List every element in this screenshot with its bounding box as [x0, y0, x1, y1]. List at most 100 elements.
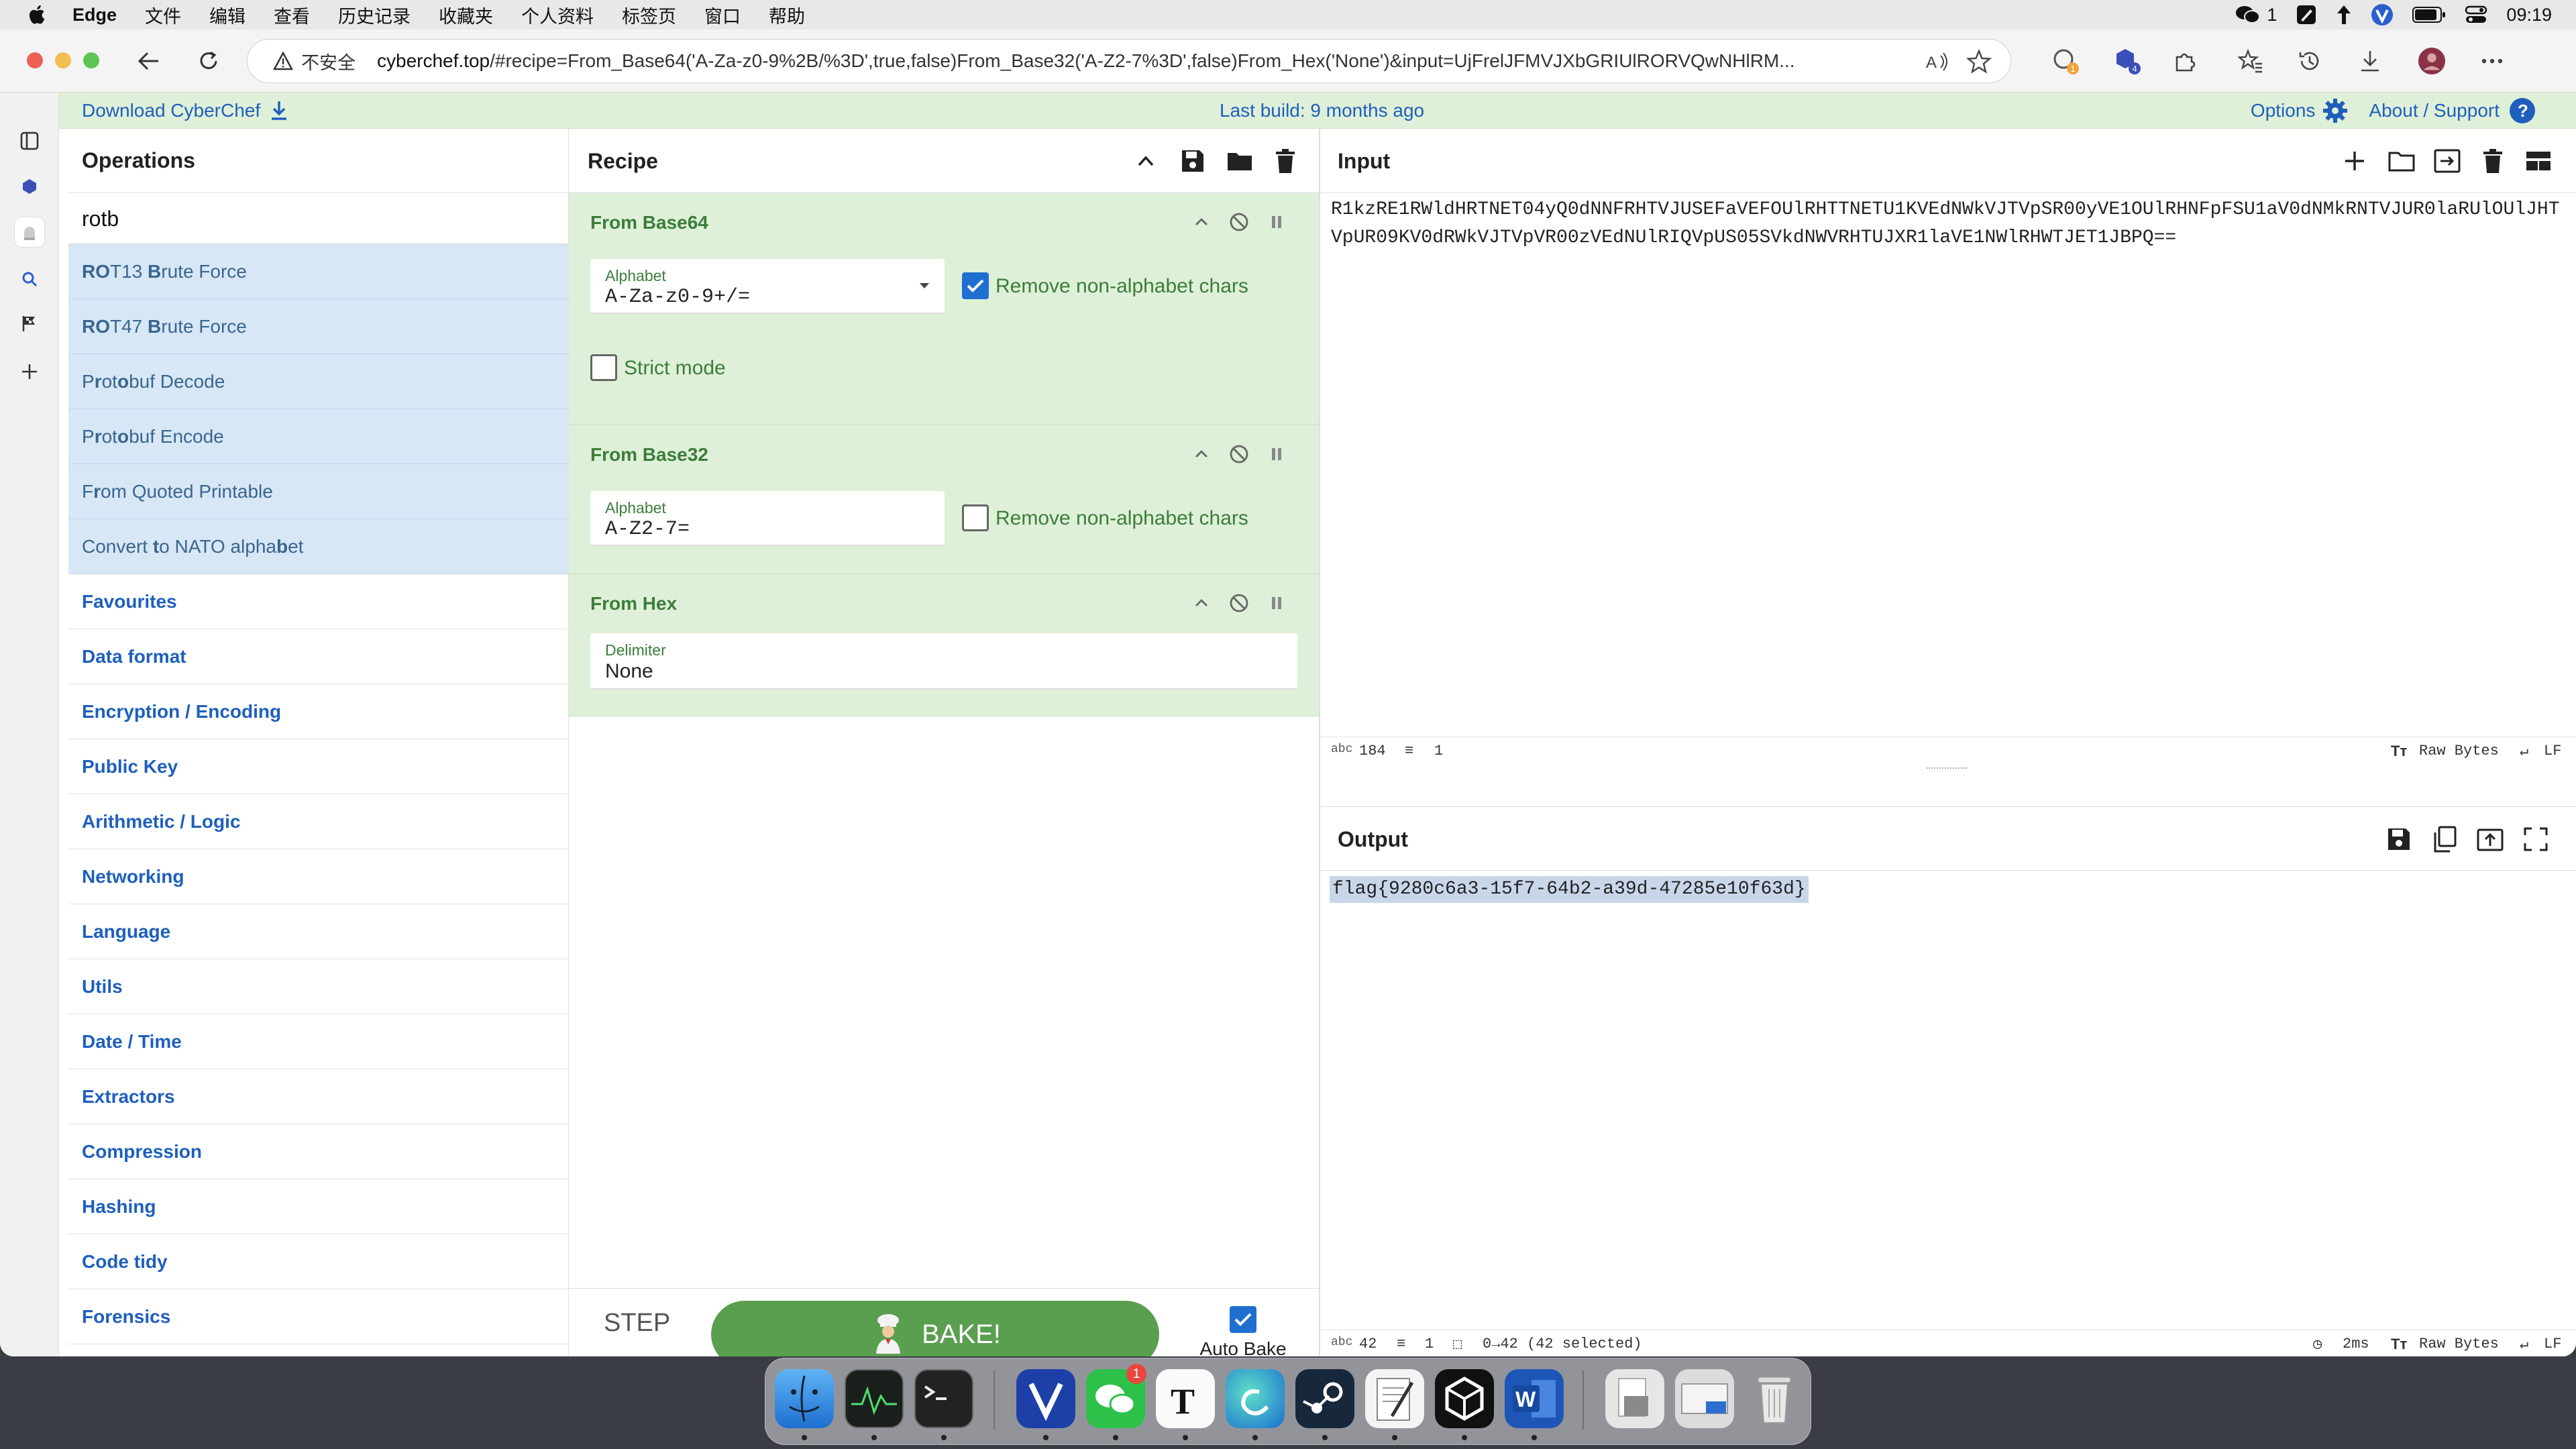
bake-button[interactable]: BAKE!: [711, 1301, 1159, 1356]
input-encoding[interactable]: Raw Bytes: [2419, 743, 2499, 759]
extensions-puzzle-icon[interactable]: [2171, 47, 2199, 75]
activity-monitor-icon[interactable]: [845, 1369, 904, 1428]
category-code-tidy[interactable]: Code tidy: [68, 1234, 614, 1289]
trash-icon[interactable]: [1745, 1369, 1804, 1428]
step-pause-icon[interactable]: [1265, 592, 1288, 614]
category-date-time[interactable]: Date / Time: [68, 1014, 614, 1069]
battery-icon[interactable]: [2412, 6, 2446, 23]
clear-input-trash-icon[interactable]: [2478, 146, 2508, 176]
options-link[interactable]: Options: [2251, 100, 2316, 121]
history-icon[interactable]: [2296, 47, 2324, 75]
step-collapse-chevron-icon[interactable]: [1190, 592, 1213, 614]
back-arrow-icon[interactable]: [134, 47, 162, 75]
menu-edit[interactable]: 编辑: [209, 2, 246, 28]
auto-bake-toggle[interactable]: Auto Bake: [1199, 1306, 1287, 1356]
gear-icon[interactable]: [2322, 97, 2349, 124]
wechat-status-icon[interactable]: 1: [2235, 4, 2277, 25]
tab-favicon-flag[interactable]: [15, 309, 44, 338]
printer-queue-icon[interactable]: [1605, 1369, 1664, 1428]
url-text[interactable]: cyberchef.top/#recipe=From_Base64('A-Za-…: [377, 50, 1866, 72]
menu-view[interactable]: 查看: [274, 2, 310, 28]
new-tab-plus-icon[interactable]: [15, 357, 44, 386]
input-textarea[interactable]: R1kzRE1RWldHRTNET04yQ0dNNFRHTVJUSEFaVEFO…: [1331, 196, 2565, 252]
remove-non-alphabet-checkbox[interactable]: [962, 272, 989, 299]
finder-icon[interactable]: [775, 1369, 834, 1428]
extension-hexagon-icon[interactable]: 4: [2113, 47, 2141, 75]
script-editor-icon[interactable]: [1365, 1369, 1424, 1428]
search-result-convert-to-nato[interactable]: Convert to NATO alphabet: [68, 519, 614, 574]
category-extractors[interactable]: Extractors: [68, 1069, 614, 1124]
tab-favicon-extension[interactable]: [15, 172, 44, 201]
step-collapse-chevron-icon[interactable]: [1190, 443, 1213, 466]
help-icon[interactable]: ?: [2509, 97, 2536, 124]
read-aloud-icon[interactable]: A: [1925, 49, 1950, 74]
menu-profile[interactable]: 个人资料: [521, 2, 594, 28]
category-public-key[interactable]: Public Key: [68, 739, 614, 794]
step-pause-icon[interactable]: [1265, 211, 1288, 233]
base64-alphabet-select[interactable]: Alphabet A-Za-z0-9+/=: [590, 259, 945, 314]
control-center-icon[interactable]: [2465, 5, 2487, 25]
warning-triangle-icon[interactable]: [273, 51, 293, 71]
menu-tabs[interactable]: 标签页: [622, 2, 676, 28]
terminal-icon[interactable]: [914, 1369, 973, 1428]
insecure-label[interactable]: 不安全: [301, 48, 356, 74]
tab-actions-icon[interactable]: [15, 126, 44, 156]
vpn-app-icon[interactable]: [1016, 1369, 1075, 1428]
profile-avatar[interactable]: [2418, 47, 2446, 75]
output-encoding[interactable]: Raw Bytes: [2419, 1336, 2499, 1352]
pen-status-icon[interactable]: [2296, 4, 2317, 25]
category-encryption-encoding[interactable]: Encryption / Encoding: [68, 684, 614, 739]
steam-icon[interactable]: [1295, 1369, 1354, 1428]
auto-bake-checkbox[interactable]: [1230, 1306, 1256, 1333]
tab-favicon-cyberchef[interactable]: [15, 217, 44, 247]
base32-alphabet-input[interactable]: Alphabet A-Z2-7=: [590, 491, 945, 546]
extension-circle-icon[interactable]: 1: [2051, 47, 2080, 75]
category-utils[interactable]: Utils: [68, 959, 614, 1014]
menu-favorites[interactable]: 收藏夹: [439, 2, 493, 28]
open-folder-icon[interactable]: [2387, 146, 2416, 176]
category-hashing[interactable]: Hashing: [68, 1179, 614, 1234]
search-result-rot13-brute-force[interactable]: ROT13 Brute Force: [68, 244, 614, 299]
step-pause-icon[interactable]: [1265, 443, 1288, 466]
output-eol[interactable]: LF: [2544, 1336, 2561, 1352]
category-favourites[interactable]: Favourites: [68, 574, 614, 629]
favorites-list-icon[interactable]: [2237, 47, 2265, 75]
maximize-output-icon[interactable]: [2521, 824, 2551, 854]
search-result-rot47-brute-force[interactable]: ROT47 Brute Force: [68, 299, 614, 354]
recipe-step-from-hex[interactable]: From Hex Delimiter None: [569, 574, 1319, 716]
search-result-protobuf-decode[interactable]: Protobuf Decode: [68, 354, 614, 409]
menu-window[interactable]: 窗口: [704, 2, 741, 28]
replace-input-with-output-icon[interactable]: [2475, 824, 2505, 854]
downloads-icon[interactable]: [2356, 47, 2384, 75]
save-output-icon[interactable]: [2384, 824, 2414, 854]
unity-hub-icon[interactable]: [1435, 1369, 1494, 1428]
step-disable-icon[interactable]: [1228, 443, 1250, 466]
downloads-stack-icon[interactable]: [1675, 1369, 1734, 1428]
hex-delimiter-select[interactable]: Delimiter None: [590, 633, 1297, 690]
apple-logo-icon[interactable]: [25, 3, 50, 27]
step-disable-icon[interactable]: [1228, 592, 1250, 614]
close-window-button[interactable]: [27, 52, 43, 68]
refresh-icon[interactable]: [195, 47, 223, 75]
category-compression[interactable]: Compression: [68, 1124, 614, 1179]
category-forensics[interactable]: Forensics: [68, 1289, 614, 1344]
typora-icon[interactable]: T: [1156, 1369, 1215, 1428]
output-text[interactable]: flag{9280c6a3-15f7-64b2-a39d-47285e10f63…: [1330, 876, 1809, 903]
step-disable-icon[interactable]: [1228, 211, 1250, 233]
search-result-protobuf-encode[interactable]: Protobuf Encode: [68, 409, 614, 464]
collapse-chevron-icon[interactable]: [1132, 148, 1159, 174]
input-eol[interactable]: LF: [2544, 743, 2561, 759]
edge-browser-icon[interactable]: [1226, 1369, 1285, 1428]
menu-file[interactable]: 文件: [145, 2, 181, 28]
tab-favicon-search[interactable]: [15, 264, 44, 294]
step-collapse-chevron-icon[interactable]: [1190, 211, 1213, 233]
resize-handle[interactable]: [1927, 767, 1967, 770]
add-input-plus-icon[interactable]: [2340, 146, 2369, 176]
zoom-window-button[interactable]: [83, 52, 99, 68]
menu-app-name[interactable]: Edge: [72, 5, 117, 25]
remove-non-alphabet-checkbox[interactable]: [962, 504, 989, 531]
recipe-step-from-base32[interactable]: From Base32 Alphabet A-Z2-7= Remove non-…: [569, 425, 1319, 574]
upload-arrow-status-icon[interactable]: [2336, 4, 2352, 25]
favorite-star-icon[interactable]: [1966, 49, 1992, 74]
word-icon[interactable]: W: [1505, 1369, 1564, 1428]
